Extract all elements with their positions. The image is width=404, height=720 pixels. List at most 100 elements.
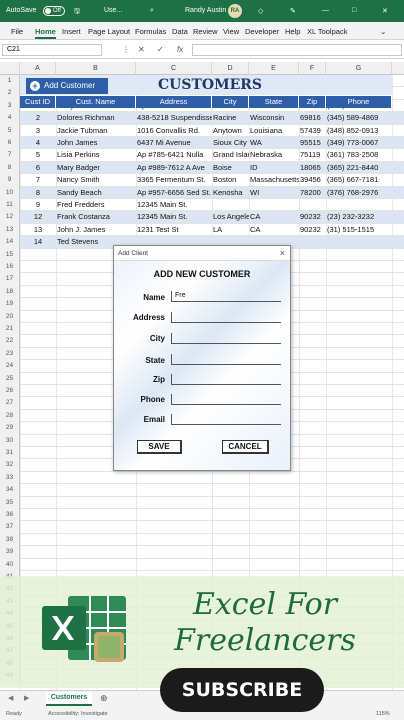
table-cell[interactable]: Ap #989-7612 A Ave: [136, 162, 212, 174]
table-cell[interactable]: Los Angeles: [212, 211, 249, 223]
column-header-b[interactable]: B: [56, 62, 136, 75]
row-number[interactable]: 9: [0, 174, 20, 187]
tab-view[interactable]: View: [223, 27, 239, 36]
table-cell[interactable]: 9: [20, 199, 56, 211]
row-number[interactable]: 11: [0, 199, 20, 212]
accessibility-status[interactable]: Accessibility: Investigate: [48, 711, 108, 717]
row-number[interactable]: 37: [0, 521, 20, 534]
row-number[interactable]: 28: [0, 409, 20, 423]
table-cell[interactable]: 57439: [299, 125, 326, 137]
table-row[interactable]: 7 5 Lisia Perkins Ap #785-6421 Nulla Grand I…: [0, 149, 404, 162]
table-cell[interactable]: Ap #785-6421 Nulla: [136, 149, 212, 161]
table-cell[interactable]: Frank Costanza: [56, 211, 136, 223]
row-number[interactable]: 40: [0, 558, 20, 571]
address-field[interactable]: [171, 312, 281, 323]
filename[interactable]: Use...: [104, 7, 122, 14]
row-number[interactable]: 27: [0, 397, 20, 410]
table-cell[interactable]: Massachusetts: [249, 174, 299, 186]
table-cell[interactable]: [326, 236, 392, 248]
table-cell[interactable]: 13: [20, 224, 56, 236]
next-sheet-icon[interactable]: ▶: [24, 694, 29, 702]
table-cell[interactable]: 12345 Main St.: [136, 211, 212, 223]
zoom-level[interactable]: 115%: [376, 711, 390, 717]
row-number[interactable]: 21: [0, 323, 20, 336]
cancel-icon[interactable]: ✕: [138, 45, 145, 54]
table-cell[interactable]: (365) 221-8440: [326, 162, 392, 174]
table-row[interactable]: 40: [0, 558, 404, 571]
table-row[interactable]: 4 2 Dolores Richman 438-5218 Suspendisse Rac…: [0, 112, 404, 125]
restore-icon[interactable]: □: [352, 7, 356, 14]
table-cell[interactable]: 4: [20, 137, 56, 149]
table-row[interactable]: 33: [0, 471, 404, 485]
select-all-corner[interactable]: [0, 62, 20, 75]
table-cell[interactable]: LA: [212, 224, 249, 236]
row-number[interactable]: 8: [0, 161, 20, 175]
tab-xl-toolpack[interactable]: XL Toolpack: [307, 27, 347, 36]
table-cell[interactable]: Grand Island: [212, 149, 249, 161]
header-state[interactable]: State: [249, 96, 299, 108]
row-number[interactable]: 14: [0, 236, 20, 249]
table-row[interactable]: 6 4 John James 6437 Mi Avenue Sioux City WA 95…: [0, 137, 404, 150]
table-cell[interactable]: (23) 232-3232: [326, 211, 392, 223]
header-cust-id[interactable]: Cust ID: [20, 96, 56, 108]
table-cell[interactable]: Dolores Richman: [56, 112, 136, 124]
minimize-icon[interactable]: —: [322, 7, 329, 14]
table-cell[interactable]: John J. James: [56, 224, 136, 236]
table-cell[interactable]: Boston: [212, 174, 249, 186]
row-number[interactable]: 19: [0, 298, 20, 311]
column-header-a[interactable]: A: [20, 62, 56, 75]
table-cell[interactable]: 18065: [299, 162, 326, 174]
table-cell[interactable]: CA: [249, 211, 299, 223]
row-number[interactable]: 30: [0, 434, 20, 447]
row-number[interactable]: 32: [0, 459, 20, 472]
row-number[interactable]: 18: [0, 285, 20, 299]
add-customer-button[interactable]: + Add Customer: [26, 78, 108, 94]
search-icon[interactable]: ⌕: [150, 7, 154, 15]
autosave-toggle[interactable]: Off: [43, 6, 65, 16]
close-icon[interactable]: ×: [280, 246, 285, 261]
table-cell[interactable]: 14: [20, 236, 56, 248]
row-number[interactable]: 31: [0, 447, 20, 460]
table-cell[interactable]: Louisiana: [249, 125, 299, 137]
table-cell[interactable]: 90232: [299, 211, 326, 223]
add-sheet-icon[interactable]: ⊕: [100, 693, 108, 704]
table-cell[interactable]: 78200: [299, 187, 326, 199]
table-cell[interactable]: Kenosha: [212, 187, 249, 199]
column-header-f[interactable]: F: [299, 62, 326, 75]
phone-field[interactable]: [171, 394, 281, 405]
table-cell[interactable]: 438-5218 Suspendisse: [136, 112, 212, 124]
row-number[interactable]: 17: [0, 273, 20, 286]
table-row[interactable]: 37: [0, 521, 404, 534]
table-cell[interactable]: 7: [20, 174, 56, 186]
table-cell[interactable]: [249, 199, 299, 211]
table-cell[interactable]: Sandy Beach: [56, 187, 136, 199]
cancel-button[interactable]: CANCEL: [222, 440, 269, 454]
row-number[interactable]: 22: [0, 335, 20, 348]
table-cell[interactable]: Sioux City: [212, 137, 249, 149]
row-number[interactable]: 35: [0, 496, 20, 509]
row-number[interactable]: 12: [0, 211, 20, 224]
table-cell[interactable]: 1231 Test St: [136, 224, 212, 236]
table-cell[interactable]: 90232: [299, 224, 326, 236]
row-number[interactable]: 36: [0, 509, 20, 522]
table-row[interactable]: 11 9 Fred Fredders 12345 Main St.: [0, 199, 404, 212]
enter-icon[interactable]: ✓: [157, 45, 164, 54]
table-cell[interactable]: (376) 768-2976: [326, 187, 392, 199]
header-phone[interactable]: Phone: [326, 96, 392, 108]
table-cell[interactable]: 8: [20, 187, 56, 199]
table-cell[interactable]: 12345 Main St.: [136, 199, 212, 211]
row-number[interactable]: 5: [0, 124, 20, 137]
close-icon[interactable]: ✕: [382, 7, 388, 15]
table-cell[interactable]: [326, 199, 392, 211]
email-field[interactable]: [171, 414, 281, 425]
table-cell[interactable]: 75119: [299, 149, 326, 161]
row-number[interactable]: 10: [0, 186, 20, 199]
row-number[interactable]: 16: [0, 261, 20, 274]
row-number[interactable]: 38: [0, 533, 20, 547]
tab-developer[interactable]: Developer: [245, 27, 279, 36]
table-cell[interactable]: 3: [20, 125, 56, 137]
header-zip[interactable]: Zip: [299, 96, 326, 108]
row-number[interactable]: 6: [0, 137, 20, 150]
table-cell[interactable]: [299, 236, 326, 248]
city-field[interactable]: [171, 333, 281, 344]
